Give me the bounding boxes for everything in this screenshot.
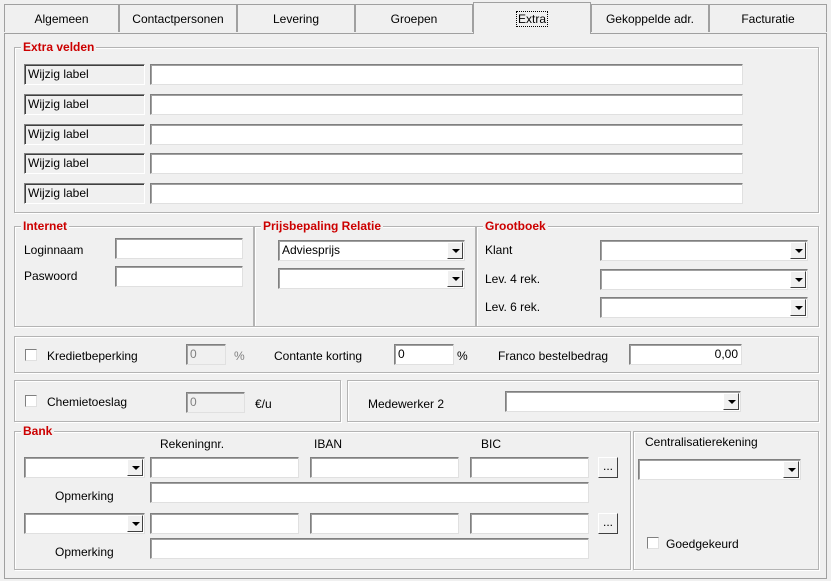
tab-algemeen[interactable]: Algemeen bbox=[4, 4, 119, 32]
opmerking-input-1[interactable] bbox=[150, 482, 589, 503]
chemietoeslag-unit: €/u bbox=[255, 397, 272, 411]
kredietbeperking-input[interactable]: 0 bbox=[186, 344, 226, 365]
tab-label: Facturatie bbox=[741, 12, 795, 26]
opmerking-input-2[interactable] bbox=[150, 538, 589, 559]
opmerking-label-1: Opmerking bbox=[55, 489, 114, 503]
rekeningnr-header: Rekeningnr. bbox=[160, 437, 225, 451]
contante-korting-input[interactable]: 0 bbox=[394, 344, 454, 365]
rekeningnr-input-2[interactable] bbox=[150, 513, 299, 534]
extra-label-5[interactable]: Wijzig label bbox=[24, 183, 145, 204]
tab-contactpersonen[interactable]: Contactpersonen bbox=[119, 4, 237, 32]
bank-combo-1[interactable] bbox=[24, 457, 145, 478]
prijsbepaling-legend: Prijsbepaling Relatie bbox=[261, 219, 384, 233]
extra-velden-legend: Extra velden bbox=[21, 40, 97, 54]
rekeningnr-input-1[interactable] bbox=[150, 457, 299, 478]
kredietbeperking-pct: % bbox=[234, 349, 245, 363]
extra-label-4[interactable]: Wijzig label bbox=[24, 153, 145, 174]
chevron-down-icon[interactable] bbox=[127, 459, 143, 476]
centralisatie-combo[interactable] bbox=[638, 459, 801, 480]
tab-label: Gekoppelde adr. bbox=[605, 12, 695, 26]
extra-field-1[interactable] bbox=[150, 64, 743, 85]
password-label: Paswoord bbox=[24, 269, 78, 283]
tab-extra[interactable]: Extra bbox=[473, 2, 591, 34]
tab-label: Groepen bbox=[390, 12, 438, 26]
tab-facturatie[interactable]: Facturatie bbox=[709, 4, 827, 32]
goedgekeurd-checkbox[interactable] bbox=[647, 537, 659, 549]
tab-label: Algemeen bbox=[34, 12, 89, 26]
bic-input-2[interactable] bbox=[470, 513, 589, 534]
extra-label-3[interactable]: Wijzig label bbox=[24, 124, 145, 145]
chevron-down-icon[interactable] bbox=[447, 242, 463, 259]
extra-label-1[interactable]: Wijzig label bbox=[24, 64, 145, 85]
prijsbepaling-value: Adviesprijs bbox=[282, 243, 341, 257]
chevron-down-icon[interactable] bbox=[127, 515, 143, 532]
bank-combo-2[interactable] bbox=[24, 513, 145, 534]
tab-gekoppelde-adr[interactable]: Gekoppelde adr. bbox=[591, 4, 709, 32]
chevron-down-icon[interactable] bbox=[790, 299, 806, 316]
klant-label: Klant bbox=[485, 243, 513, 257]
tab-label: Contactpersonen bbox=[132, 12, 224, 26]
tab-label: Extra bbox=[515, 11, 548, 27]
internet-legend: Internet bbox=[21, 219, 70, 233]
contante-korting-label: Contante korting bbox=[274, 349, 363, 363]
extra-field-3[interactable] bbox=[150, 124, 743, 145]
contante-korting-pct: % bbox=[457, 349, 468, 363]
extra-field-4[interactable] bbox=[150, 153, 743, 174]
centralisatie-label: Centralisatierekening bbox=[645, 435, 758, 449]
grootboek-legend: Grootboek bbox=[483, 219, 548, 233]
medewerker-combo[interactable] bbox=[505, 391, 741, 412]
password-input[interactable] bbox=[115, 266, 243, 287]
prijsbepaling-combo-1[interactable]: Adviesprijs bbox=[278, 240, 465, 261]
bic-input-1[interactable] bbox=[470, 457, 589, 478]
klant-combo[interactable] bbox=[600, 240, 808, 261]
chemietoeslag-label: Chemietoeslag bbox=[47, 395, 128, 409]
tab-label: Levering bbox=[272, 12, 320, 26]
lev6-label: Lev. 6 rek. bbox=[485, 300, 541, 314]
bank-legend: Bank bbox=[21, 424, 55, 438]
login-label: Loginnaam bbox=[24, 243, 84, 257]
iban-input-1[interactable] bbox=[310, 457, 459, 478]
franco-input[interactable]: 0,00 bbox=[629, 344, 742, 365]
chevron-down-icon[interactable] bbox=[447, 270, 463, 287]
chemietoeslag-checkbox[interactable] bbox=[25, 395, 37, 407]
chevron-down-icon[interactable] bbox=[790, 271, 806, 288]
chevron-down-icon[interactable] bbox=[790, 242, 806, 259]
tab-levering[interactable]: Levering bbox=[237, 4, 355, 32]
tab-groepen[interactable]: Groepen bbox=[355, 4, 473, 32]
bic-header: BIC bbox=[481, 437, 502, 451]
lev6-combo[interactable] bbox=[600, 297, 808, 318]
prijsbepaling-combo-2[interactable] bbox=[278, 268, 465, 289]
extra-field-5[interactable] bbox=[150, 183, 743, 204]
bic-lookup-button-2[interactable]: ... bbox=[598, 513, 618, 534]
opmerking-label-2: Opmerking bbox=[55, 545, 114, 559]
kredietbeperking-checkbox[interactable] bbox=[25, 349, 37, 361]
login-input[interactable] bbox=[115, 238, 243, 259]
franco-label: Franco bestelbedrag bbox=[498, 349, 609, 363]
lev4-combo[interactable] bbox=[600, 269, 808, 290]
lev4-label: Lev. 4 rek. bbox=[485, 272, 541, 286]
bic-lookup-button-1[interactable]: ... bbox=[598, 457, 618, 478]
extra-label-2[interactable]: Wijzig label bbox=[24, 94, 145, 115]
chevron-down-icon[interactable] bbox=[783, 461, 799, 478]
iban-input-2[interactable] bbox=[310, 513, 459, 534]
chevron-down-icon[interactable] bbox=[723, 393, 739, 410]
kredietbeperking-label: Kredietbeperking bbox=[47, 349, 138, 363]
iban-header: IBAN bbox=[314, 437, 343, 451]
extra-field-2[interactable] bbox=[150, 94, 743, 115]
chemietoeslag-input[interactable]: 0 bbox=[186, 392, 245, 413]
goedgekeurd-label: Goedgekeurd bbox=[666, 537, 739, 551]
medewerker-label: Medewerker 2 bbox=[368, 397, 445, 411]
